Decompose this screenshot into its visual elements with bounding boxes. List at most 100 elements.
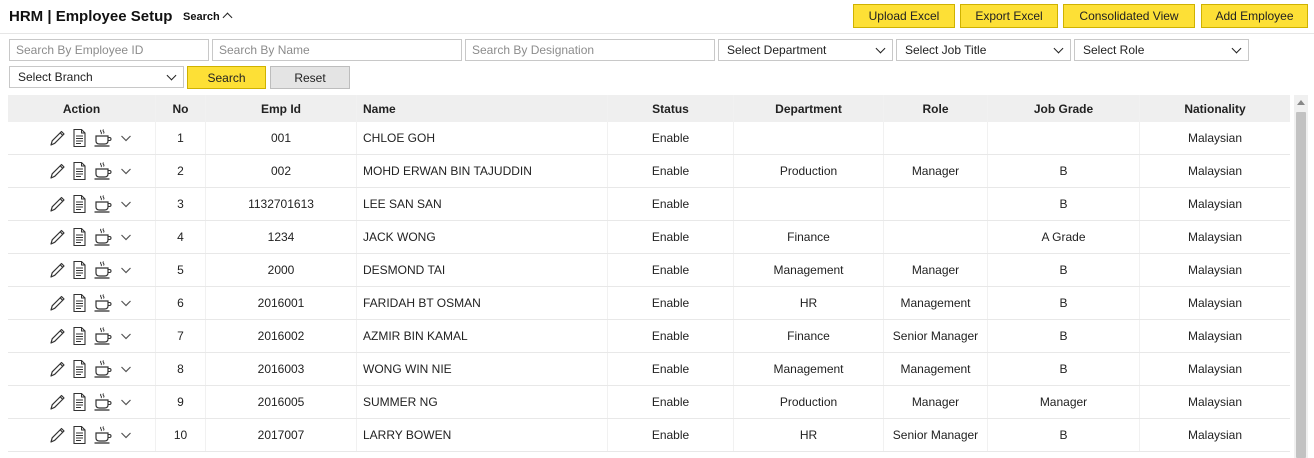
coffee-cup-icon[interactable] <box>93 392 113 412</box>
document-icon[interactable] <box>72 326 87 346</box>
cell-nationality: Malaysian <box>1187 197 1243 211</box>
chevron-up-icon <box>222 12 233 23</box>
row-actions <box>8 254 156 286</box>
cell-no: 5 <box>156 254 206 286</box>
chevron-down-icon[interactable] <box>119 293 133 313</box>
cell-no: 4 <box>156 221 206 253</box>
coffee-cup-icon[interactable] <box>93 161 113 181</box>
coffee-cup-icon[interactable] <box>93 359 113 379</box>
cell-role: Manager <box>884 386 988 418</box>
chevron-down-icon[interactable] <box>119 227 133 247</box>
name-search-input[interactable] <box>212 39 462 61</box>
table-row: 8 2016003 WONG WIN NIE Enable Management Mana… <box>8 353 1290 386</box>
cell-emp-id: 1132701613 <box>206 188 357 220</box>
pencil-icon[interactable] <box>48 128 66 148</box>
pencil-icon[interactable] <box>48 359 66 379</box>
cell-department: Production <box>734 386 884 418</box>
document-icon[interactable] <box>72 161 87 181</box>
document-icon[interactable] <box>72 194 87 214</box>
cell-job-grade: B <box>988 320 1140 352</box>
pencil-icon[interactable] <box>48 425 66 445</box>
document-icon[interactable] <box>72 227 87 247</box>
top-bar: HRM | Employee Setup Search Upload Excel… <box>0 0 1314 34</box>
document-icon[interactable] <box>72 260 87 280</box>
column-header-no: No <box>156 95 206 122</box>
coffee-cup-icon[interactable] <box>93 260 113 280</box>
vertical-scrollbar[interactable] <box>1294 95 1308 458</box>
coffee-cup-icon[interactable] <box>93 425 113 445</box>
cell-name: JACK WONG <box>357 221 608 253</box>
department-select[interactable]: Select Department <box>718 39 893 61</box>
chevron-down-icon[interactable] <box>119 392 133 412</box>
designation-search-input[interactable] <box>465 39 715 61</box>
job-title-select[interactable]: Select Job Title <box>896 39 1071 61</box>
page-title: HRM | Employee Setup <box>9 8 173 25</box>
branch-select[interactable]: Select Branch <box>9 66 184 88</box>
chevron-down-icon <box>875 43 886 54</box>
cell-name: LEE SAN SAN <box>357 188 608 220</box>
pencil-icon[interactable] <box>48 392 66 412</box>
document-icon[interactable] <box>72 425 87 445</box>
cell-status: Enable <box>608 254 734 286</box>
document-icon[interactable] <box>72 293 87 313</box>
row-actions <box>8 155 156 187</box>
pencil-icon[interactable] <box>48 260 66 280</box>
coffee-cup-icon[interactable] <box>93 326 113 346</box>
department-select-value: Select Department <box>727 43 827 57</box>
cell-role: Senior Manager <box>884 419 988 451</box>
cell-name: LARRY BOWEN <box>357 419 608 451</box>
cell-name: SUMMER NG <box>357 386 608 418</box>
coffee-cup-icon[interactable] <box>93 128 113 148</box>
pencil-icon[interactable] <box>48 293 66 313</box>
pencil-icon[interactable] <box>48 194 66 214</box>
document-icon[interactable] <box>72 392 87 412</box>
row-actions <box>8 419 156 451</box>
chevron-down-icon[interactable] <box>119 194 133 214</box>
row-actions <box>8 386 156 418</box>
document-icon[interactable] <box>72 128 87 148</box>
export-excel-button[interactable]: Export Excel <box>960 4 1058 28</box>
chevron-down-icon[interactable] <box>119 128 133 148</box>
chevron-down-icon[interactable] <box>119 161 133 181</box>
pencil-icon[interactable] <box>48 326 66 346</box>
coffee-cup-icon[interactable] <box>93 293 113 313</box>
reset-button[interactable]: Reset <box>270 66 350 89</box>
table-row: 2 002 MOHD ERWAN BIN TAJUDDIN Enable Product… <box>8 155 1290 188</box>
role-select[interactable]: Select Role <box>1074 39 1249 61</box>
cell-emp-id: 2017007 <box>206 419 357 451</box>
document-icon[interactable] <box>72 359 87 379</box>
cell-role <box>884 188 988 220</box>
row-actions <box>8 188 156 220</box>
scrollbar-thumb[interactable] <box>1296 112 1306 458</box>
row-actions <box>8 353 156 385</box>
cell-status: Enable <box>608 122 734 154</box>
cell-job-grade: B <box>988 287 1140 319</box>
pencil-icon[interactable] <box>48 161 66 181</box>
coffee-cup-icon[interactable] <box>93 227 113 247</box>
cell-job-grade <box>988 122 1140 154</box>
scroll-up-arrow-icon[interactable] <box>1297 100 1305 105</box>
column-header-nationality: Nationality <box>1184 101 1246 116</box>
cell-role: Management <box>884 287 988 319</box>
chevron-down-icon[interactable] <box>119 425 133 445</box>
cell-emp-id: 2016001 <box>206 287 357 319</box>
chevron-down-icon[interactable] <box>119 260 133 280</box>
cell-department <box>734 122 884 154</box>
employee-id-search-input[interactable] <box>9 39 209 61</box>
upload-excel-button[interactable]: Upload Excel <box>853 4 955 28</box>
cell-job-grade: B <box>988 155 1140 187</box>
table-row: 1 001 CHLOE GOH Enable Malaysian <box>8 122 1290 155</box>
cell-department: Finance <box>734 320 884 352</box>
consolidated-view-button[interactable]: Consolidated View <box>1063 4 1195 28</box>
cell-status: Enable <box>608 353 734 385</box>
pencil-icon[interactable] <box>48 227 66 247</box>
table-body: 1 001 CHLOE GOH Enable Malaysian 2 002 MOHD ERW… <box>8 122 1290 452</box>
cell-no: 9 <box>156 386 206 418</box>
chevron-down-icon[interactable] <box>119 359 133 379</box>
search-toggle[interactable]: Search <box>183 11 233 23</box>
coffee-cup-icon[interactable] <box>93 194 113 214</box>
add-employee-button[interactable]: Add Employee <box>1201 4 1308 28</box>
cell-job-grade: B <box>988 419 1140 451</box>
chevron-down-icon[interactable] <box>119 326 133 346</box>
search-button[interactable]: Search <box>187 66 266 89</box>
